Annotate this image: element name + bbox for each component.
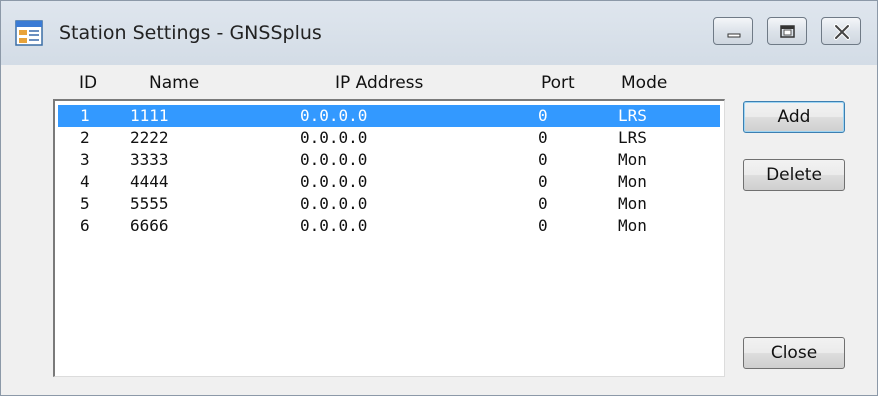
cell-ip-address: 0.0.0.0 — [300, 172, 368, 191]
title-bar[interactable]: Station Settings - GNSSplus — [1, 1, 877, 65]
close-window-button[interactable] — [821, 17, 861, 45]
cell-name: 4444 — [130, 172, 169, 191]
station-list[interactable]: 1 1111 0.0.0.0 0 LRS 2 2222 0.0.0.0 0 LR… — [53, 99, 725, 377]
list-item[interactable]: 5 5555 0.0.0.0 0 Mon — [58, 193, 720, 215]
cell-port: 0 — [538, 216, 548, 235]
cell-id: 3 — [80, 150, 90, 169]
cell-id: 2 — [80, 128, 90, 147]
cell-mode: LRS — [618, 128, 647, 147]
cell-name: 3333 — [130, 150, 169, 169]
list-item[interactable]: 6 6666 0.0.0.0 0 Mon — [58, 215, 720, 237]
cell-port: 0 — [538, 172, 548, 191]
cell-ip-address: 0.0.0.0 — [300, 216, 368, 235]
cell-mode: Mon — [618, 216, 647, 235]
dialog-client-area: ID Name IP Address Port Mode 1 1111 0.0.… — [9, 65, 869, 385]
cell-id: 4 — [80, 172, 90, 191]
cell-port: 0 — [538, 106, 548, 125]
window-title: Station Settings - GNSSplus — [59, 22, 322, 44]
cell-port: 0 — [538, 150, 548, 169]
cell-port: 0 — [538, 194, 548, 213]
cell-id: 6 — [80, 216, 90, 235]
maximize-icon — [780, 25, 795, 38]
station-settings-window: Station Settings - GNSSplus ID Name IP A… — [0, 0, 878, 396]
cell-mode: Mon — [618, 172, 647, 191]
column-header-id[interactable]: ID — [79, 73, 97, 93]
close-icon — [834, 24, 850, 40]
column-header-port[interactable]: Port — [541, 73, 575, 93]
cell-ip-address: 0.0.0.0 — [300, 150, 368, 169]
cell-id: 5 — [80, 194, 90, 213]
cell-name: 5555 — [130, 194, 169, 213]
cell-mode: Mon — [618, 194, 647, 213]
column-header-mode[interactable]: Mode — [621, 73, 667, 93]
list-header: ID Name IP Address Port Mode — [9, 65, 709, 97]
cell-port: 0 — [538, 128, 548, 147]
close-button[interactable]: Close — [743, 337, 845, 369]
cell-name: 2222 — [130, 128, 169, 147]
column-header-name[interactable]: Name — [149, 73, 199, 93]
add-button[interactable]: Add — [743, 101, 845, 133]
minimize-button[interactable] — [713, 17, 753, 45]
cell-mode: Mon — [618, 150, 647, 169]
cell-id: 1 — [80, 106, 90, 125]
column-header-ip-address[interactable]: IP Address — [335, 73, 423, 93]
cell-mode: LRS — [618, 106, 647, 125]
list-item[interactable]: 2 2222 0.0.0.0 0 LRS — [58, 127, 720, 149]
list-item[interactable]: 1 1111 0.0.0.0 0 LRS — [58, 105, 720, 127]
app-icon — [15, 19, 43, 47]
maximize-button[interactable] — [767, 17, 807, 45]
list-item[interactable]: 4 4444 0.0.0.0 0 Mon — [58, 171, 720, 193]
minimize-icon — [727, 33, 741, 38]
cell-ip-address: 0.0.0.0 — [300, 194, 368, 213]
cell-name: 6666 — [130, 216, 169, 235]
cell-ip-address: 0.0.0.0 — [300, 128, 368, 147]
cell-name: 1111 — [130, 106, 169, 125]
list-item[interactable]: 3 3333 0.0.0.0 0 Mon — [58, 149, 720, 171]
delete-button[interactable]: Delete — [743, 159, 845, 191]
cell-ip-address: 0.0.0.0 — [300, 106, 368, 125]
